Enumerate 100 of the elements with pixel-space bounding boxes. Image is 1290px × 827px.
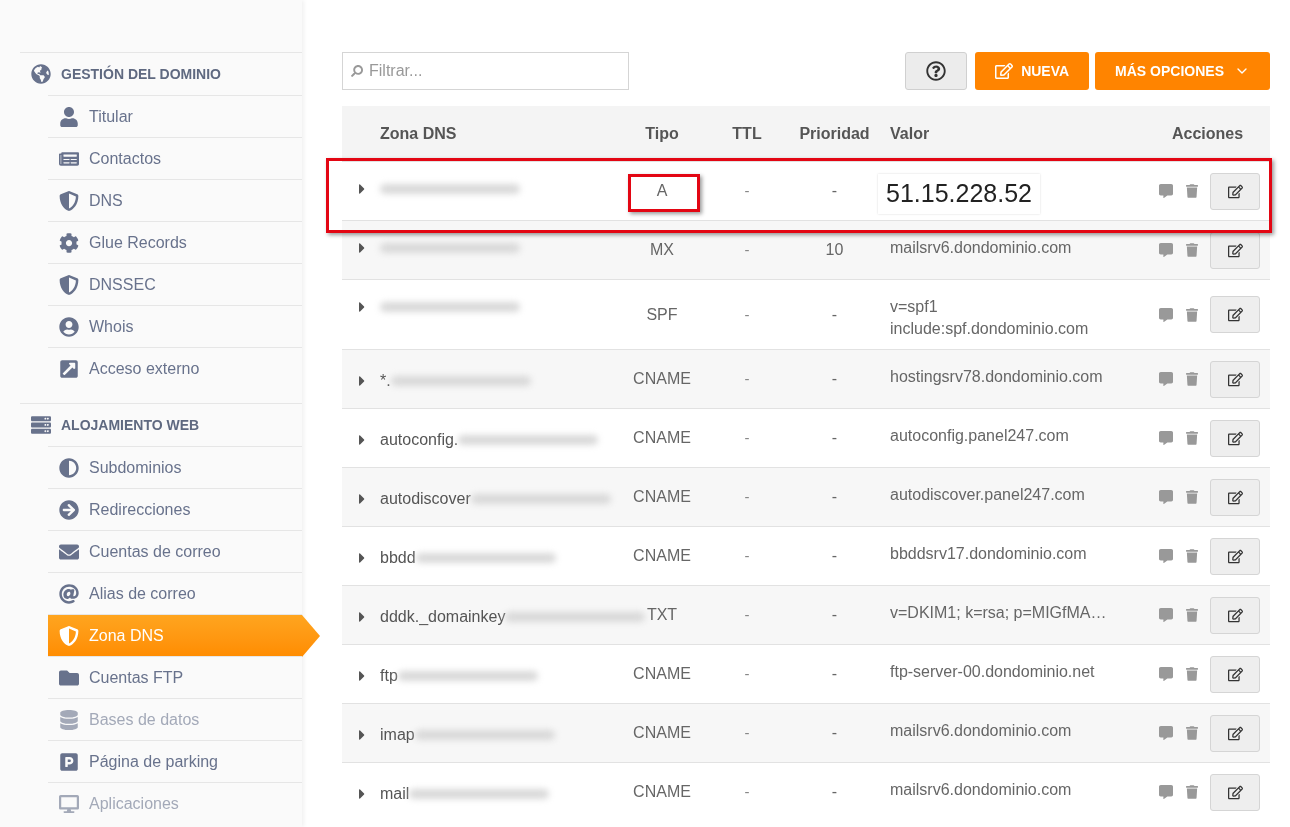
comment-icon[interactable]: [1158, 184, 1174, 198]
record-name: imap: [380, 725, 415, 745]
globe-icon: [31, 64, 51, 84]
record-name: dddk._domainkey: [380, 607, 506, 627]
record-type: CNAME: [633, 723, 691, 743]
gear-icon: [59, 233, 79, 253]
edit-icon: [1227, 784, 1243, 800]
record-type: CNAME: [633, 782, 691, 802]
record-type: CNAME: [633, 487, 691, 507]
sidebar-item[interactable]: DNSSEC: [48, 264, 302, 306]
priority-value: -: [831, 429, 838, 446]
sidebar-item[interactable]: Página de parking: [48, 741, 302, 783]
column-header: TTL: [732, 124, 762, 142]
user-icon: [59, 107, 79, 127]
new-button[interactable]: NUEVA: [975, 52, 1090, 90]
trash-icon[interactable]: [1186, 785, 1198, 799]
record-type: TXT: [646, 605, 678, 625]
record-type: CNAME: [633, 428, 691, 448]
edit-icon: [1227, 666, 1243, 682]
comment-icon[interactable]: [1158, 431, 1174, 445]
edit-button[interactable]: [1210, 596, 1260, 634]
at-sign-icon: [59, 584, 79, 604]
sidebar-item[interactable]: Glue Records: [48, 222, 302, 264]
sidebar-item[interactable]: Titular: [48, 96, 302, 138]
comment-icon[interactable]: [1158, 667, 1174, 681]
edit-button[interactable]: [1210, 655, 1260, 693]
trash-icon[interactable]: [1186, 490, 1198, 504]
edit-icon: [1227, 183, 1243, 199]
column-header: Prioridad: [799, 124, 870, 142]
comment-icon[interactable]: [1158, 785, 1174, 799]
edit-icon: [1227, 371, 1243, 387]
sidebar-item[interactable]: Alias de correo: [48, 573, 302, 615]
sidebar-item[interactable]: DNS: [48, 180, 302, 222]
filter-field[interactable]: Filtrar...: [342, 52, 629, 90]
sidebar-item[interactable]: Contactos: [48, 138, 302, 180]
trash-icon[interactable]: [1186, 243, 1198, 257]
edit-icon: [1227, 725, 1243, 741]
comment-icon[interactable]: [1158, 307, 1174, 322]
folder-icon: [59, 668, 79, 688]
edit-button[interactable]: [1210, 419, 1260, 457]
record-name: bbdd: [380, 548, 416, 568]
trash-icon[interactable]: [1186, 372, 1198, 386]
record-name: ftp: [380, 666, 398, 686]
trash-icon[interactable]: [1186, 184, 1198, 198]
edit-button[interactable]: [1210, 714, 1260, 752]
trash-icon[interactable]: [1186, 608, 1198, 622]
edit-button[interactable]: [1210, 773, 1260, 811]
ttl-value: -: [744, 606, 750, 623]
server-icon: [31, 415, 51, 435]
trash-icon[interactable]: [1186, 549, 1198, 563]
sidebar-item[interactable]: Redirecciones: [48, 489, 302, 531]
record-value: bbddsrv17.dondominio.com: [890, 544, 1088, 564]
priority-value: -: [831, 305, 838, 323]
record-value: v=DKIM1; k=rsa; p=MIGfMA…: [890, 603, 1108, 623]
sidebar-item[interactable]: Whois: [48, 306, 302, 348]
edit-button[interactable]: [1210, 360, 1260, 398]
record-value: mailsrv6.dondominio.com: [890, 780, 1073, 800]
record-type: MX: [650, 240, 674, 260]
badge-icon: [59, 191, 79, 211]
edit-button[interactable]: [1210, 478, 1260, 516]
sidebar-item[interactable]: Cuentas de correo: [48, 531, 302, 573]
sidebar-item[interactable]: Cuentas FTP: [48, 657, 302, 699]
comment-icon[interactable]: [1158, 726, 1174, 740]
record-name: *.: [380, 371, 391, 391]
comment-icon[interactable]: [1158, 490, 1174, 504]
trash-icon[interactable]: [1186, 431, 1198, 445]
edit-button[interactable]: [1210, 231, 1260, 269]
documents-icon: [59, 149, 79, 169]
priority-value: 10: [825, 241, 844, 258]
more-options-button[interactable]: MÁS OPCIONES: [1095, 52, 1270, 90]
trash-icon[interactable]: [1186, 307, 1198, 322]
sidebar-item[interactable]: Subdominios: [48, 447, 302, 489]
edit-button[interactable]: [1210, 537, 1260, 575]
ttl-value: -: [744, 488, 750, 505]
comment-icon[interactable]: [1158, 243, 1174, 257]
edit-icon: [1227, 548, 1243, 564]
record-type: CNAME: [633, 664, 691, 684]
comment-icon[interactable]: [1158, 549, 1174, 563]
section-title: GESTIÓN DEL DOMINIO: [61, 64, 221, 84]
record-value: autoconfig.panel247.com: [890, 426, 1070, 446]
priority-value: -: [831, 488, 838, 505]
trash-icon[interactable]: [1186, 667, 1198, 681]
record-name: autoconfig.: [380, 430, 459, 450]
record-value: mailsrv6.dondominio.com: [890, 238, 1073, 258]
shield-icon: [59, 275, 79, 295]
edit-icon: [1227, 242, 1243, 258]
help-icon: [926, 61, 947, 81]
record-value: include:spf.dondominio.com: [890, 319, 1090, 339]
sidebar-item[interactable]: Acceso externo: [48, 348, 302, 390]
edit-button[interactable]: [1210, 172, 1260, 210]
trash-icon[interactable]: [1186, 726, 1198, 740]
record-value: autodiscover.panel247.com: [890, 485, 1086, 505]
record-value: hostingsrv78.dondominio.com: [890, 367, 1104, 387]
badge-icon: [59, 626, 79, 646]
edit-icon: [1227, 430, 1243, 446]
comment-icon[interactable]: [1158, 608, 1174, 622]
help-button[interactable]: [905, 52, 968, 90]
edit-button[interactable]: [1210, 296, 1260, 333]
ttl-value: -: [744, 665, 750, 682]
comment-icon[interactable]: [1158, 372, 1174, 386]
